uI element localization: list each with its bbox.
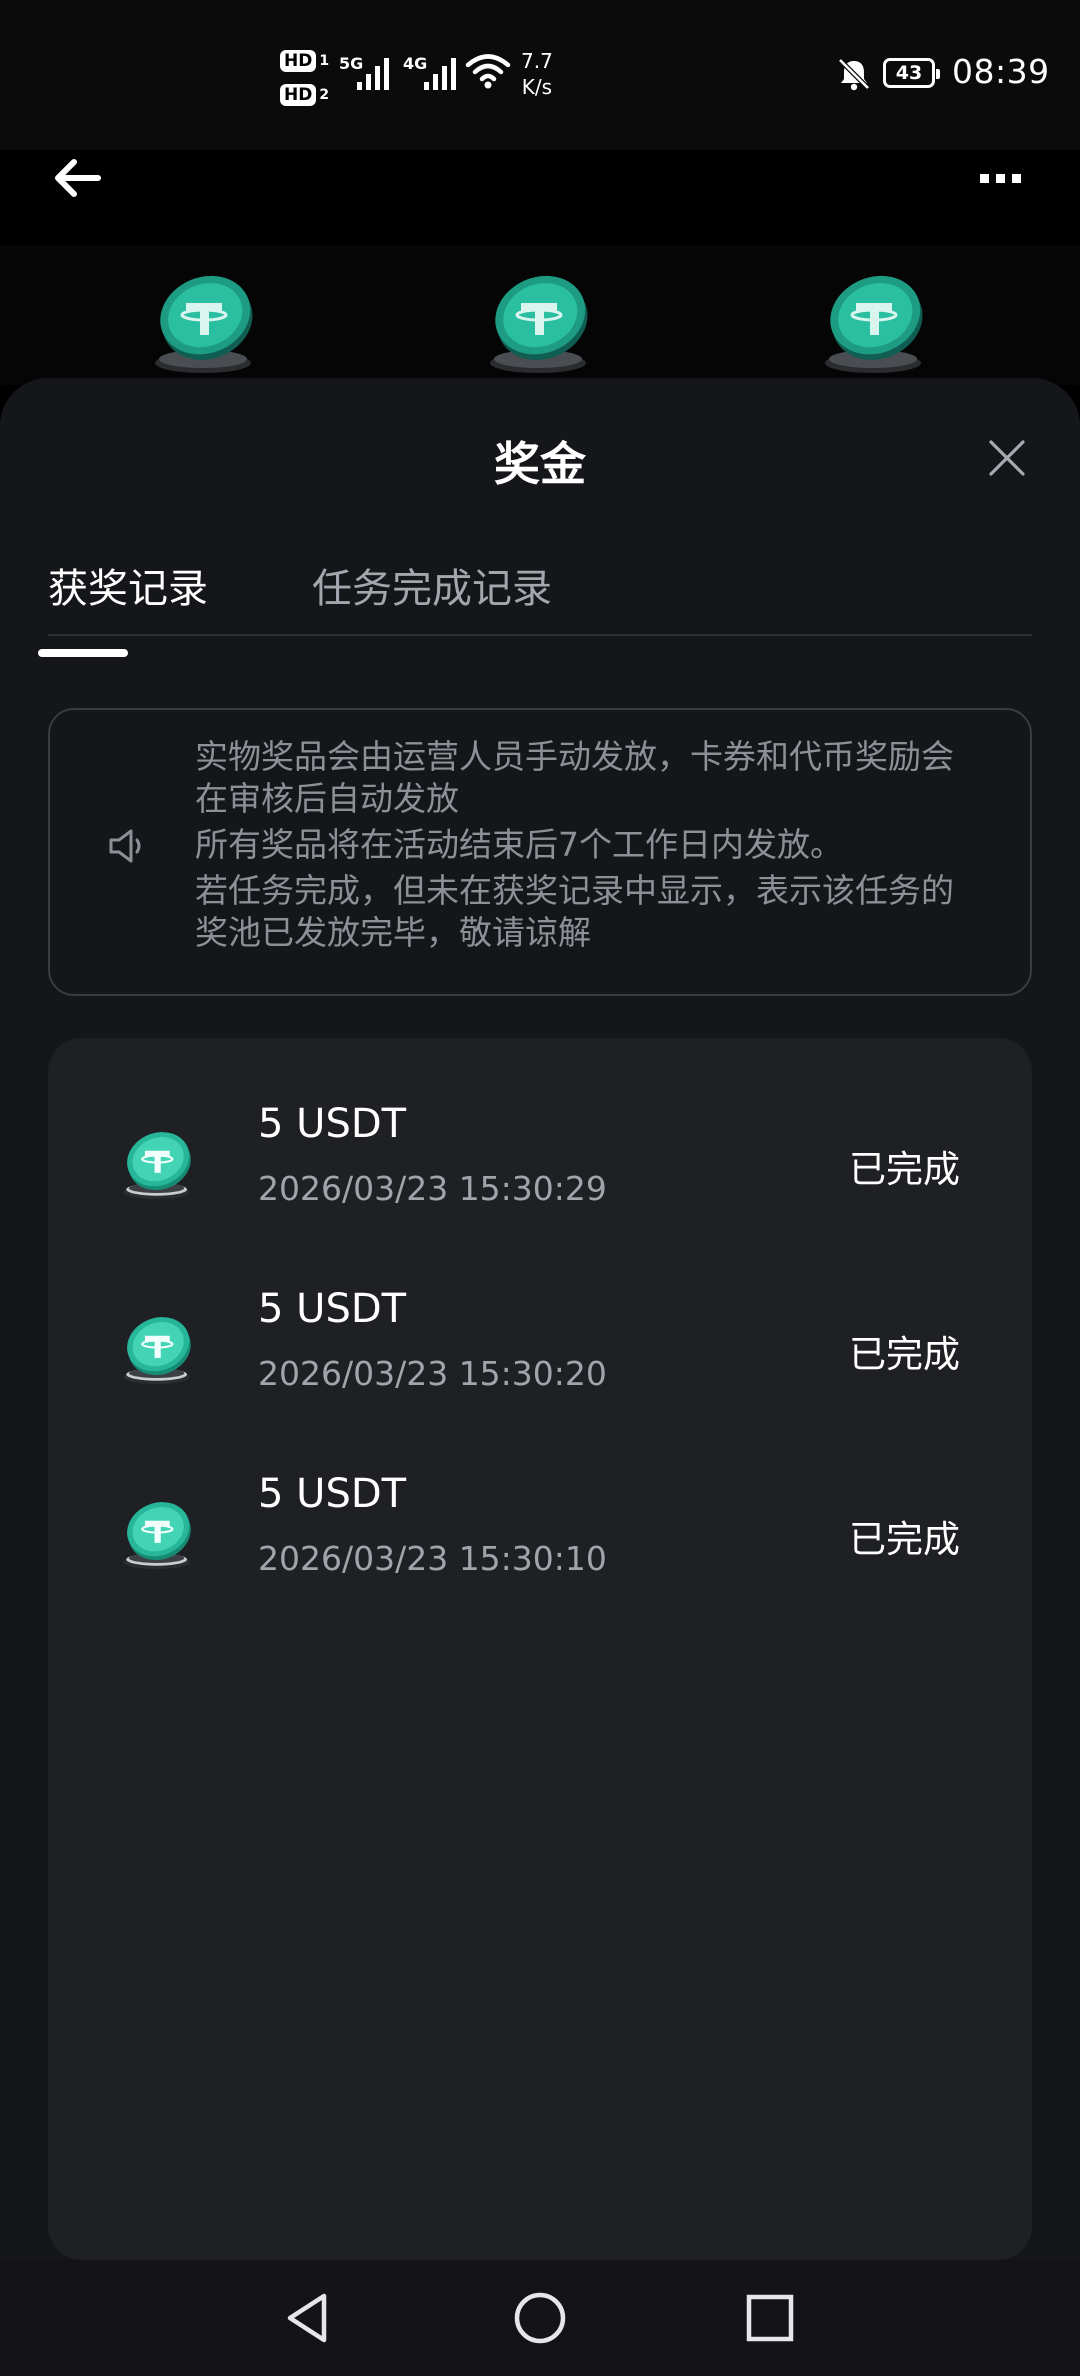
usdt-coin-icon [123,1317,191,1385]
sheet-title: 奖金 [494,437,586,491]
background-coin-band [0,245,1080,385]
record-amount: 5 USDT [258,1286,407,1332]
network-speed: 7.7 K/s [521,48,553,100]
award-record-row[interactable]: 5 USDT 2026/03/23 15:30:29 已完成 [48,1093,1032,1253]
signal-icon [357,54,389,90]
tab-award-records[interactable]: 获奖记录 [48,556,208,614]
network-speed-unit: K/s [521,75,553,99]
usdt-coin-icon [123,1132,191,1200]
award-record-row[interactable]: 5 USDT 2026/03/23 15:30:20 已完成 [48,1278,1032,1438]
signal-icon [424,54,456,90]
notice-line: 若任务完成，但未在获奖记录中显示，表示该任务的奖池已发放完毕，敬请谅解 [195,871,954,952]
more-icon[interactable] [970,148,1030,208]
sim1-number: 1 [319,53,330,69]
home-circle-icon[interactable] [510,2288,570,2348]
usdt-coin-icon [490,275,588,373]
sim2-number: 2 [319,87,330,103]
system-navigation-bar [0,2260,1080,2376]
status-bar: HD 1 HD 2 5G 4G 7.7 K/s 43 08:39 [0,0,1080,150]
record-status: 已完成 [849,1148,960,1191]
notice-box: 实物奖品会由运营人员手动发放，卡券和代币奖励会在审核后自动发放 所有奖品将在活动… [48,708,1032,996]
record-status: 已完成 [849,1518,960,1561]
arrow-left-icon[interactable] [48,148,108,208]
close-icon[interactable] [987,438,1027,478]
usdt-coin-icon [825,275,923,373]
usdt-coin-icon [123,1502,191,1570]
speaker-icon [109,829,141,863]
wifi-icon [465,54,511,89]
network-speed-value: 7.7 [521,49,553,73]
record-timestamp: 2026/03/23 15:30:20 [258,1354,607,1393]
back-triangle-icon[interactable] [280,2288,340,2348]
sim-indicators: HD 1 HD 2 [280,44,332,112]
notice-line: 所有奖品将在活动结束后7个工作日内发放。 [195,825,843,864]
clock: 08:39 [952,52,1050,91]
sim1-hd-badge: HD [280,50,317,72]
notice-line: 实物奖品会由运营人员手动发放，卡券和代币奖励会在审核后自动发放 [195,737,954,818]
recents-square-icon[interactable] [740,2288,800,2348]
rewards-sheet: 奖金 获奖记录 任务完成记录 实物奖品会由运营人员手动发放，卡券和代币奖励会在审… [0,378,1080,2260]
record-timestamp: 2026/03/23 15:30:29 [258,1169,607,1208]
record-status: 已完成 [849,1333,960,1376]
record-amount: 5 USDT [258,1471,407,1517]
bell-off-icon [838,58,870,91]
award-record-row[interactable]: 5 USDT 2026/03/23 15:30:10 已完成 [48,1463,1032,1623]
usdt-coin-icon [155,275,253,373]
record-amount: 5 USDT [258,1101,407,1147]
award-record-list: 5 USDT 2026/03/23 15:30:29 已完成 5 USDT 20… [48,1038,1032,2260]
active-tab-indicator [38,649,128,657]
battery-level: 43 [895,62,923,84]
tab-bar: 获奖记录 任务完成记录 [48,556,1032,636]
record-timestamp: 2026/03/23 15:30:10 [258,1539,607,1578]
tab-task-completion-records[interactable]: 任务完成记录 [312,556,552,614]
notice-text: 实物奖品会由运营人员手动发放，卡券和代币奖励会在审核后自动发放 所有奖品将在活动… [195,736,985,954]
battery-icon: 43 [883,58,940,88]
sim2-hd-badge: HD [280,84,317,106]
